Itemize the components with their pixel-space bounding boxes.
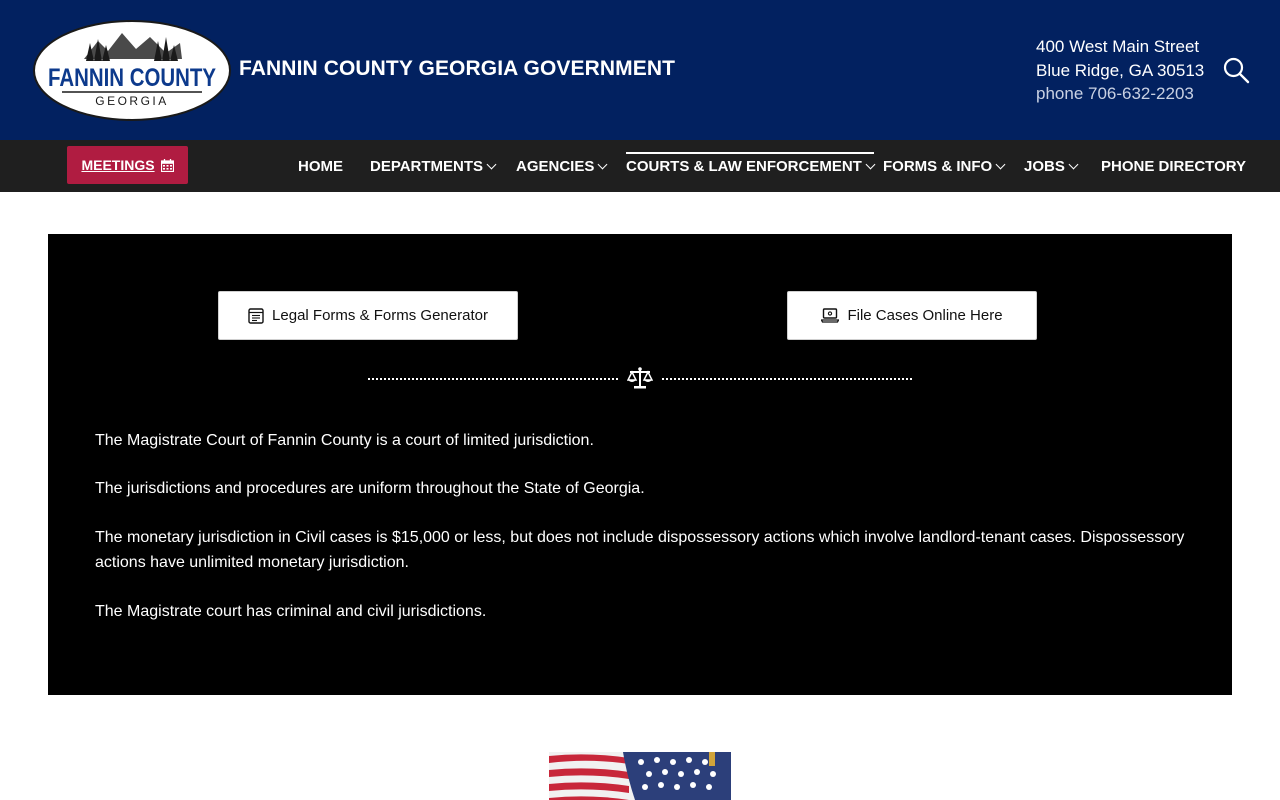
legal-forms-button[interactable]: Legal Forms & Forms Generator (218, 291, 518, 340)
nav-label: PHONE DIRECTORY (1101, 157, 1247, 175)
nav-item-phone-directory[interactable]: PHONE DIRECTORY (1101, 140, 1246, 192)
chevron-down-icon (597, 159, 608, 169)
search-icon[interactable] (1222, 56, 1250, 84)
main-nav: MEETINGS HOME DEPARTMENTS AGENCIES COURT… (0, 140, 1280, 192)
chevron-down-icon (1068, 159, 1079, 169)
site-header: FANNIN COUNTY GEORGIA FANNIN COUNTY GEOR… (0, 0, 1280, 140)
nav-item-jobs[interactable]: JOBS (1024, 140, 1079, 192)
file-cases-button[interactable]: File Cases Online Here (787, 291, 1037, 340)
legal-forms-label: Legal Forms & Forms Generator (272, 307, 488, 324)
nav-label: JOBS (1024, 157, 1065, 175)
calendar-icon (160, 158, 174, 172)
magistrate-court-panel: Legal Forms & Forms Generator File Cases… (48, 234, 1232, 695)
section-divider (368, 365, 912, 393)
scales-of-justice-icon (627, 367, 653, 389)
file-cases-label: File Cases Online Here (847, 307, 1003, 324)
chevron-down-icon (486, 159, 497, 169)
nav-label: FORMS & INFO (883, 157, 993, 175)
chevron-down-icon (995, 159, 1006, 169)
paragraph-2: The jurisdictions and procedures are uni… (95, 480, 645, 497)
american-flag-image (549, 752, 731, 800)
paragraph-1: The Magistrate Court of Fannin County is… (95, 432, 594, 449)
address-line2: Blue Ridge, GA 30513 (1036, 60, 1205, 80)
paragraph-3: The monetary jurisdiction in Civil cases… (95, 529, 1185, 571)
nav-item-departments[interactable]: DEPARTMENTS (370, 140, 497, 192)
nav-label: AGENCIES (516, 157, 595, 175)
meetings-label: MEETINGS (81, 157, 155, 173)
nav-item-home[interactable]: HOME (298, 140, 343, 192)
paragraph-4: The Magistrate court has criminal and ci… (95, 603, 487, 620)
nav-label: HOME (298, 157, 343, 175)
county-logo[interactable]: FANNIN COUNTY GEORGIA (32, 19, 232, 122)
address-line1: 400 West Main Street (1036, 37, 1200, 56)
contact-address: 400 West Main Street Blue Ridge, GA 3051… (1036, 35, 1204, 106)
nav-label: DEPARTMENTS (370, 157, 484, 175)
site-title[interactable]: FANNIN COUNTY GEORGIA GOVERNMENT (239, 57, 675, 81)
form-icon (248, 307, 264, 324)
meetings-button[interactable]: MEETINGS (67, 146, 188, 184)
laptop-icon (821, 308, 840, 323)
chevron-down-icon (865, 159, 876, 169)
nav-label: COURTS & LAW ENFORCEMENT (626, 157, 862, 175)
nav-item-forms-info[interactable]: FORMS & INFO (883, 140, 1006, 192)
logo-sub: GEORGIA (95, 94, 169, 108)
phone-number[interactable]: phone 706-632-2203 (1036, 82, 1204, 106)
logo-name: FANNIN COUNTY (48, 64, 216, 92)
nav-item-courts[interactable]: COURTS & LAW ENFORCEMENT (626, 140, 876, 192)
nav-item-agencies[interactable]: AGENCIES (516, 140, 608, 192)
